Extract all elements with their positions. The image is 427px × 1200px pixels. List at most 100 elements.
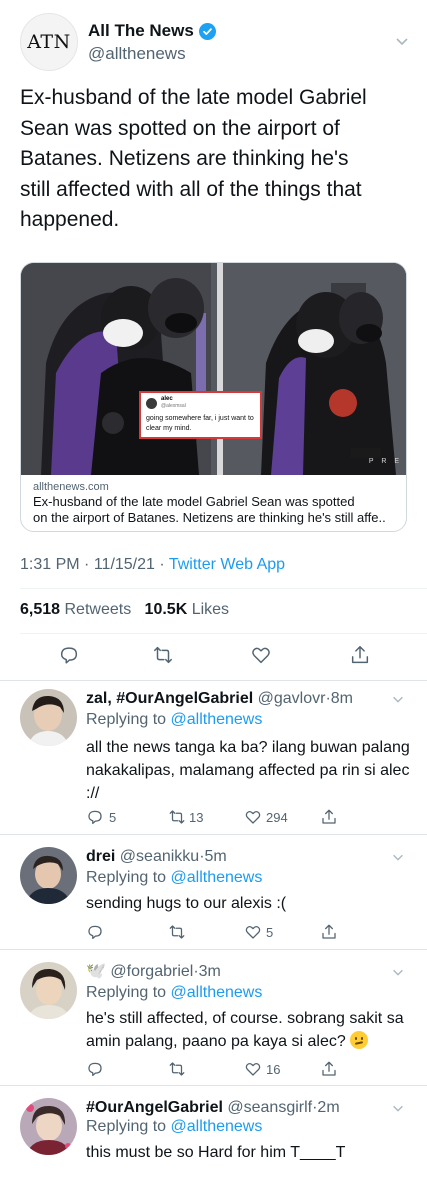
like-count: 10.5K [144,601,188,618]
avatar[interactable] [20,1098,77,1155]
like-icon[interactable] [244,923,262,941]
like-icon[interactable] [250,644,272,666]
retweet-count: 13 [189,810,204,825]
chevron-down-icon[interactable] [391,965,405,979]
replying-to: Replying to @allthenews [86,1117,262,1136]
retweet-stat[interactable]: 6,518 Retweets [20,601,131,618]
reply-handle[interactable]: @seanikku [120,848,199,865]
main-tweet: ATN All The News @allthenews Ex-husband … [0,0,427,682]
handle[interactable]: @allthenews [88,44,186,64]
divider [0,680,427,681]
replying-to: Replying to @allthenews [86,868,262,887]
reply-handle[interactable]: @seansgirlf [227,1099,312,1116]
reply-header: #OurAngelGabriel @seansgirlf·2m [86,1098,340,1117]
reply-handle[interactable]: @forgabriel [110,963,193,980]
reply-handle[interactable]: @gavlovr [258,690,326,707]
likes-label: Likes [191,601,230,618]
tweet-date[interactable]: 11/15/21 [94,556,155,573]
tweet-time[interactable]: 1:31 PM [20,556,80,573]
reply-icon[interactable] [86,1060,104,1078]
reply-actions: 5 13 294 [86,808,406,828]
like-count: 5 [266,925,274,940]
embedded-text: going somewhere far, i just want to clea… [146,415,254,432]
retweet-icon[interactable] [152,644,174,666]
replying-to: Replying to @allthenews [86,710,262,729]
retweets-label: Retweets [64,601,132,618]
reply-tweet[interactable]: 🕊️ @forgabriel·3m Replying to @allthenew… [0,950,427,1086]
avatar[interactable] [20,689,77,746]
chevron-down-icon[interactable] [394,33,410,49]
image-watermark: P R E [368,458,402,465]
retweet-icon[interactable] [168,923,186,941]
replying-to: Replying to @allthenews [86,983,262,1002]
meta-separator: · [159,556,165,573]
share-icon[interactable] [320,923,338,941]
tweet-header: ATN All The News @allthenews [20,13,410,73]
card-title-line1: Ex-husband of the late model Gabriel Sea… [33,494,355,509]
chevron-down-icon[interactable] [391,692,405,706]
like-icon[interactable] [244,808,262,826]
avatar[interactable] [20,962,77,1019]
share-icon[interactable] [320,808,338,826]
replying-label: Replying to [86,711,167,728]
reply-name[interactable]: 🕊️ [86,963,106,980]
embedded-avatar [146,398,157,409]
replying-label: Replying to [86,869,167,886]
reply-icon[interactable] [86,923,104,941]
reply-time[interactable]: 5m [205,848,227,865]
reply-name[interactable]: drei [86,848,115,865]
meta-separator: · [84,556,90,573]
reply-header: zal, #OurAngelGabriel @gavlovr·8m [86,689,353,708]
avatar[interactable]: ATN [20,13,78,71]
display-name-row[interactable]: All The News [88,21,216,41]
reply-header: 🕊️ @forgabriel·3m [86,962,221,981]
replying-mention[interactable]: @allthenews [171,869,263,886]
replying-mention[interactable]: @allthenews [171,711,263,728]
divider [0,834,427,835]
reply-name[interactable]: #OurAngelGabriel [86,1099,223,1116]
like-icon[interactable] [244,1060,262,1078]
airport-photo [21,263,406,475]
reply-actions: 5 [86,923,406,943]
like-count: 16 [266,1062,281,1077]
tweet-stats: 6,518 Retweets 10.5K Likes [20,601,229,619]
reply-time[interactable]: 2m [317,1099,339,1116]
reply-time[interactable]: 8m [331,690,353,707]
reply-text: all the news tanga ka ba? ilang buwan pa… [86,739,410,802]
share-icon[interactable] [320,1060,338,1078]
reply-count: 5 [109,810,117,825]
link-card[interactable]: alec @alexmsal going somewhere far, i ju… [20,262,407,532]
reply-icon[interactable] [58,644,80,666]
reply-tweet[interactable]: #OurAngelGabriel @seansgirlf·2m Replying… [0,1086,427,1200]
retweet-count: 6,518 [20,601,61,618]
card-footer[interactable]: allthenews.com Ex-husband of the late mo… [21,475,406,531]
tweet-text: Ex-husband of the late model Gabriel Sea… [20,86,367,231]
reply-tweet[interactable]: drei @seanikku·5m Replying to @allthenew… [0,836,427,950]
replying-mention[interactable]: @allthenews [171,984,263,1001]
reply-time[interactable]: 3m [199,963,221,980]
tweet-source[interactable]: Twitter Web App [169,556,285,573]
retweet-icon[interactable] [168,808,186,826]
reply-text: sending hugs to our alexis :( [86,895,287,912]
reply-actions: 16 [86,1060,406,1080]
replying-label: Replying to [86,984,167,1001]
chevron-down-icon[interactable] [391,1101,405,1115]
chevron-down-icon[interactable] [391,850,405,864]
tweet-actions [0,644,427,668]
reply-icon[interactable] [86,808,104,826]
embedded-name: alec [161,396,173,402]
reply-text-wrap: he's still affected, of course. sobrang … [86,1007,416,1053]
retweet-icon[interactable] [168,1060,186,1078]
share-icon[interactable] [349,644,371,666]
like-stat[interactable]: 10.5K Likes [145,601,230,618]
embedded-tweet-screenshot: alec @alexmsal going somewhere far, i ju… [139,391,262,439]
reply-tweet[interactable]: zal, #OurAngelGabriel @gavlovr·8m Replyi… [0,682,427,835]
reply-header: drei @seanikku·5m [86,847,227,866]
like-count: 294 [266,810,288,825]
display-name[interactable]: All The News [88,21,194,41]
replying-mention[interactable]: @allthenews [171,1118,263,1135]
logo-text: ATN [27,31,71,53]
avatar[interactable] [20,847,77,904]
reply-name[interactable]: zal, #OurAngelGabriel [86,690,253,707]
card-image: alec @alexmsal going somewhere far, i ju… [21,263,406,475]
